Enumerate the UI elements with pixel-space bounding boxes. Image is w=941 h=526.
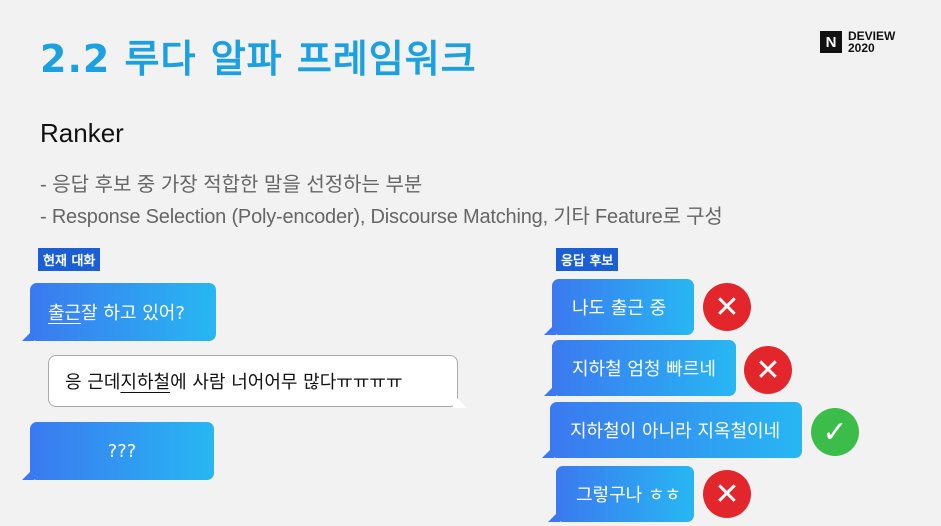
reject-x-icon: ✕ [744,346,792,394]
candidate-bubble-4: 그렇구나 ㅎㅎ [548,466,694,522]
logo-text: DEVIEW 2020 [848,30,895,54]
accept-check-icon: ✓ [811,408,859,456]
underlined-word: 출근 [48,303,82,324]
deview-logo: N DEVIEW 2020 [820,30,895,54]
chat-bubble-reply: 응 근데 지하철 에 사람 너어어무 많다ㅠㅠㅠㅠ [48,355,467,408]
logo-line2: 2020 [848,41,875,55]
naver-n-icon: N [820,31,842,53]
slide-title: 2.2 루다 알파 프레임워크 [40,37,477,81]
chat-bubble-user-1: 출근 잘 하고 있어? [22,283,216,341]
reply-text-pre: 응 근데 [65,372,121,393]
bullet-2: - Response Selection (Poly-encoder), Dis… [40,206,723,228]
candidate-bubble-2: 지하철 엄청 빠르네 [544,340,736,396]
reject-x-icon: ✕ [703,283,751,331]
candidate-bubble-3: 지하철이 아니라 지옥철이네 [542,402,802,458]
current-conversation-tag: 현재 대화 [38,248,101,271]
message-text: 잘 하고 있어? [81,303,185,324]
underlined-word: 지하철 [120,372,171,393]
reply-text-post: 에 사람 너어어무 많다ㅠㅠㅠㅠ [170,372,403,393]
reject-x-icon: ✕ [703,470,751,518]
candidate-bubble-1: 나도 출근 중 [544,279,694,335]
response-candidates-tag: 응답 후보 [556,248,619,271]
bullet-1: - 응답 후보 중 가장 적합한 말을 선정하는 부분 [40,174,423,196]
chat-bubble-user-2: ??? [22,422,214,480]
section-subtitle: Ranker [40,118,124,148]
